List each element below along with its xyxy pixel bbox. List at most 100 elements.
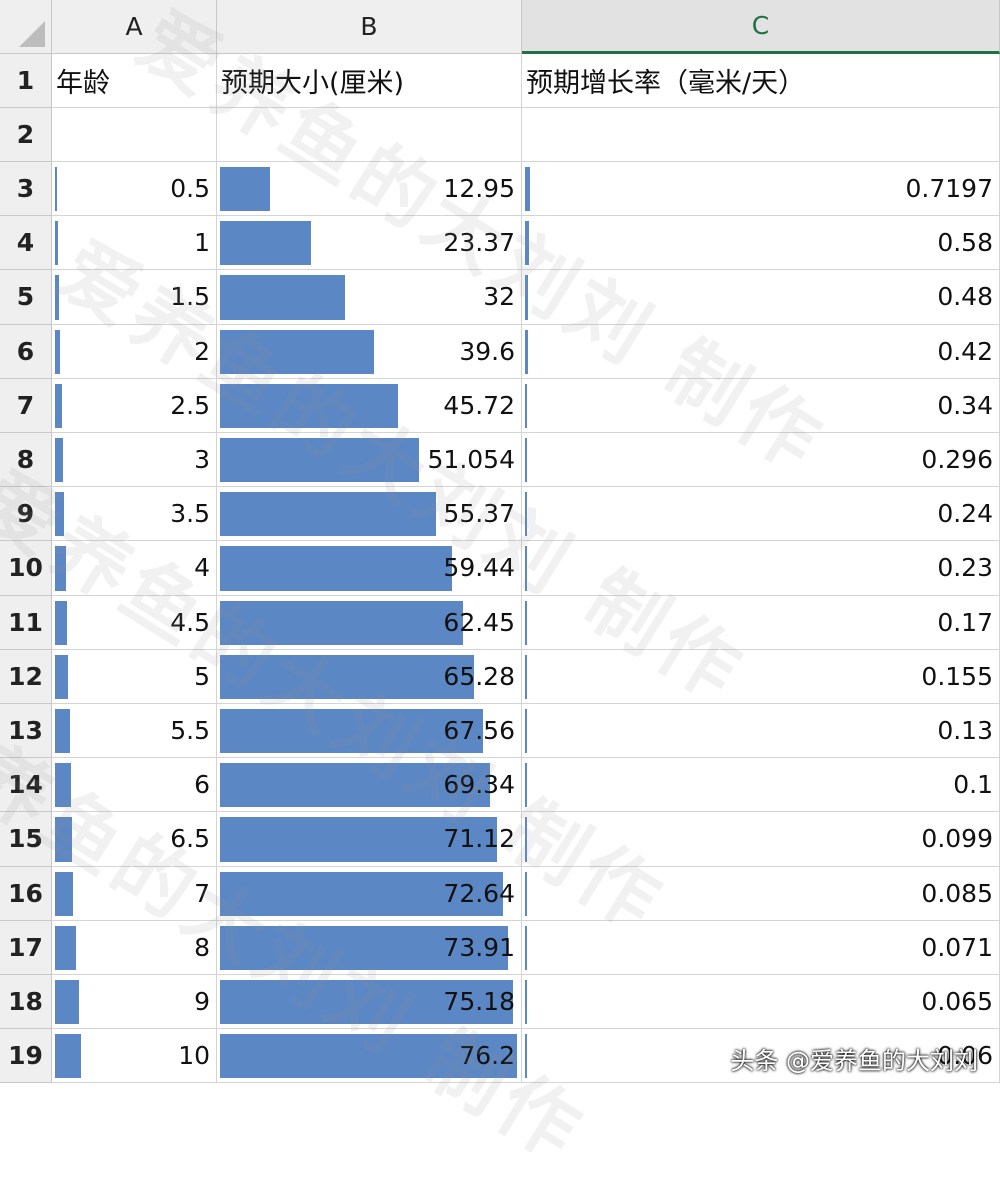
cell-size[interactable]: 72.64 bbox=[217, 866, 522, 921]
data-bar bbox=[525, 546, 527, 591]
row-header-2[interactable]: 2 bbox=[0, 108, 52, 162]
cell-age[interactable]: 6 bbox=[52, 758, 217, 813]
cell-a2[interactable] bbox=[52, 108, 217, 162]
cell-rate[interactable]: 0.24 bbox=[522, 487, 1000, 542]
row-header[interactable]: 3 bbox=[0, 162, 52, 217]
data-bar bbox=[525, 438, 528, 483]
cell-rate[interactable]: 0.296 bbox=[522, 433, 1000, 488]
cell-rate[interactable]: 0.7197 bbox=[522, 162, 1000, 217]
cell-rate[interactable]: 0.58 bbox=[522, 216, 1000, 271]
cell-size[interactable]: 69.34 bbox=[217, 758, 522, 813]
cell-size[interactable]: 51.054 bbox=[217, 433, 522, 488]
row-header[interactable]: 15 bbox=[0, 812, 52, 867]
cell-age[interactable]: 0.5 bbox=[52, 162, 217, 217]
cell-size[interactable]: 39.6 bbox=[217, 324, 522, 379]
cell-size[interactable]: 62.45 bbox=[217, 595, 522, 650]
cell-c1[interactable]: 预期增长率（毫米/天） bbox=[522, 54, 1000, 108]
cell-age[interactable]: 9 bbox=[52, 975, 217, 1030]
cell-rate[interactable]: 0.42 bbox=[522, 324, 1000, 379]
cell-size[interactable]: 32 bbox=[217, 270, 522, 325]
cell-value: 59.44 bbox=[443, 553, 515, 583]
cell-rate[interactable]: 0.23 bbox=[522, 541, 1000, 596]
row-header[interactable]: 17 bbox=[0, 920, 52, 975]
cell-rate[interactable]: 0.085 bbox=[522, 866, 1000, 921]
cell-size[interactable]: 73.91 bbox=[217, 920, 522, 975]
cell-rate[interactable]: 0.48 bbox=[522, 270, 1000, 325]
cell-value: 7 bbox=[194, 878, 210, 908]
row-header[interactable]: 19 bbox=[0, 1029, 52, 1084]
cell-age[interactable]: 1 bbox=[52, 216, 217, 271]
cell-age[interactable]: 1.5 bbox=[52, 270, 217, 325]
cell-value: 76.2 bbox=[459, 1041, 515, 1071]
data-bar bbox=[220, 546, 452, 591]
cell-age[interactable]: 4 bbox=[52, 541, 217, 596]
cell-value: 65.28 bbox=[443, 661, 515, 691]
cell-age[interactable]: 2.5 bbox=[52, 378, 217, 433]
cell-b2[interactable] bbox=[217, 108, 522, 162]
column-header-c[interactable]: C bbox=[522, 0, 1000, 54]
cell-c2[interactable] bbox=[522, 108, 1000, 162]
row-header[interactable]: 13 bbox=[0, 704, 52, 759]
cell-age[interactable]: 5 bbox=[52, 649, 217, 704]
column-header-a[interactable]: A bbox=[52, 0, 217, 54]
cell-value: 0.5 bbox=[170, 174, 210, 204]
row-header[interactable]: 12 bbox=[0, 649, 52, 704]
cell-size[interactable]: 67.56 bbox=[217, 704, 522, 759]
cell-size[interactable]: 59.44 bbox=[217, 541, 522, 596]
cell-value: 3 bbox=[194, 445, 210, 475]
cell-value: 5 bbox=[194, 661, 210, 691]
cell-size[interactable]: 71.12 bbox=[217, 812, 522, 867]
cell-age[interactable]: 4.5 bbox=[52, 595, 217, 650]
cell-rate[interactable]: 0.1 bbox=[522, 758, 1000, 813]
row-header[interactable]: 4 bbox=[0, 216, 52, 271]
cell-value: 3.5 bbox=[170, 499, 210, 529]
cell-size[interactable]: 12.95 bbox=[217, 162, 522, 217]
spreadsheet: A B C 1 年龄 预期大小(厘米) 预期增长率（毫米/天） 2 3 0.5 12… bbox=[0, 0, 1000, 1096]
cell-value: 0.34 bbox=[937, 390, 993, 420]
cell-size[interactable]: 23.37 bbox=[217, 216, 522, 271]
column-header-b[interactable]: B bbox=[217, 0, 522, 54]
cell-size[interactable]: 76.2 bbox=[217, 1029, 522, 1084]
cell-rate[interactable]: 0.071 bbox=[522, 920, 1000, 975]
cell-age[interactable]: 2 bbox=[52, 324, 217, 379]
cell-rate[interactable]: 0.13 bbox=[522, 704, 1000, 759]
cell-value: 73.91 bbox=[443, 932, 515, 962]
data-bar bbox=[55, 871, 74, 916]
cell-value: 23.37 bbox=[443, 228, 515, 258]
cell-age[interactable]: 3.5 bbox=[52, 487, 217, 542]
cell-age[interactable]: 10 bbox=[52, 1029, 217, 1084]
cell-rate[interactable]: 0.34 bbox=[522, 378, 1000, 433]
cell-age[interactable]: 8 bbox=[52, 920, 217, 975]
row-header[interactable]: 5 bbox=[0, 270, 52, 325]
cell-a1[interactable]: 年龄 bbox=[52, 54, 217, 108]
data-bar bbox=[525, 1034, 527, 1079]
cell-value: 0.48 bbox=[937, 282, 993, 312]
cell-size[interactable]: 65.28 bbox=[217, 649, 522, 704]
row-header-1[interactable]: 1 bbox=[0, 54, 52, 108]
row-header[interactable]: 10 bbox=[0, 541, 52, 596]
row-header[interactable]: 8 bbox=[0, 433, 52, 488]
cell-rate[interactable]: 0.155 bbox=[522, 649, 1000, 704]
cell-size[interactable]: 45.72 bbox=[217, 378, 522, 433]
cell-age[interactable]: 6.5 bbox=[52, 812, 217, 867]
select-all-corner[interactable] bbox=[0, 0, 52, 54]
row-header[interactable]: 18 bbox=[0, 975, 52, 1030]
row-header[interactable]: 9 bbox=[0, 487, 52, 542]
data-bar bbox=[525, 980, 527, 1025]
row-header[interactable]: 16 bbox=[0, 866, 52, 921]
row-header[interactable]: 6 bbox=[0, 324, 52, 379]
cell-b1[interactable]: 预期大小(厘米) bbox=[217, 54, 522, 108]
cell-size[interactable]: 75.18 bbox=[217, 975, 522, 1030]
cell-age[interactable]: 7 bbox=[52, 866, 217, 921]
cell-rate[interactable]: 0.065 bbox=[522, 975, 1000, 1030]
row-header[interactable]: 7 bbox=[0, 378, 52, 433]
cell-rate[interactable]: 0.17 bbox=[522, 595, 1000, 650]
row-header[interactable]: 14 bbox=[0, 758, 52, 813]
data-bar bbox=[525, 654, 527, 699]
row-header[interactable]: 11 bbox=[0, 595, 52, 650]
cell-age[interactable]: 3 bbox=[52, 433, 217, 488]
cell-age[interactable]: 5.5 bbox=[52, 704, 217, 759]
cell-size[interactable]: 55.37 bbox=[217, 487, 522, 542]
data-bar bbox=[55, 329, 61, 374]
cell-rate[interactable]: 0.099 bbox=[522, 812, 1000, 867]
